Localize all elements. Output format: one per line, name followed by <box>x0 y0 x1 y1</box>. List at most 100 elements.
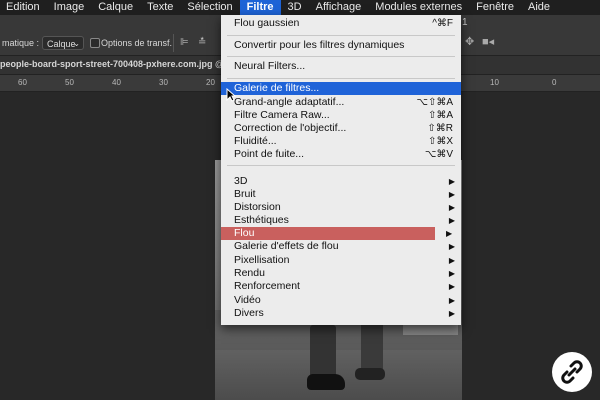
ruler-tick: 50 <box>65 78 74 87</box>
menu-separator <box>227 165 455 166</box>
menu-separator <box>227 78 455 79</box>
menu-item-correction-objectif[interactable]: Correction de l'objectif... ⇧⌘R <box>221 122 461 135</box>
menu-affichage[interactable]: Affichage <box>309 0 369 15</box>
menu-fenetre[interactable]: Fenêtre <box>469 0 521 15</box>
menu-item-label: Filtre Camera Raw... <box>234 109 330 121</box>
menu-item-label: Divers <box>234 307 264 319</box>
menu-item-flou[interactable]: Flou <box>221 227 435 240</box>
menu-item-renforcement[interactable]: Renforcement ▶ <box>221 280 461 293</box>
menu-aide[interactable]: Aide <box>521 0 557 15</box>
menu-item-label: Flou <box>234 227 255 239</box>
menu-item-neural-filters[interactable]: Neural Filters... <box>221 60 461 73</box>
menu-item-distorsion[interactable]: Distorsion ▶ <box>221 201 461 214</box>
submenu-arrow-icon: ▶ <box>448 256 455 265</box>
submenu-arrow-icon: ▶ <box>448 242 455 251</box>
chain-link-icon <box>561 360 583 384</box>
menu-item-3d[interactable]: 3D ▶ <box>221 175 461 188</box>
submenu-arrow-icon: ▶ <box>448 269 455 278</box>
menu-item-shortcut: ⌥⌘V <box>424 149 453 160</box>
submenu-arrow-icon: ▶ <box>448 282 455 291</box>
ruler-tick: 10 <box>490 78 499 87</box>
menu-item-label: Rendu <box>234 267 265 279</box>
menu-item-label: Galerie de filtres... <box>234 82 320 94</box>
menu-item-shortcut: ⌥⇧⌘A <box>416 97 453 108</box>
image-shoe <box>307 374 345 390</box>
menu-item-label: Distorsion <box>234 201 281 213</box>
filter-menu: Flou gaussien ^⌘F Convertir pour les fil… <box>221 15 461 325</box>
video-camera-icon[interactable]: ■◂ <box>482 35 494 48</box>
menu-item-label: Pixellisation <box>234 254 290 266</box>
chevron-down-icon: ⌄ <box>73 39 80 48</box>
menu-item-grand-angle-adaptatif[interactable]: Grand-angle adaptatif... ⌥⇧⌘A <box>221 96 461 109</box>
transform-options-label: Options de transf. <box>101 38 173 48</box>
menu-item-shortcut: ⇧⌘R <box>427 123 453 134</box>
3d-move-icon[interactable]: ✥ <box>465 35 474 48</box>
menu-separator <box>227 56 455 57</box>
menu-item-convertir-filtres-dynamiques[interactable]: Convertir pour les filtres dynamiques <box>221 39 461 52</box>
menu-item-label: Point de fuite... <box>234 148 305 160</box>
menu-separator <box>227 35 455 36</box>
ruler-tick: 60 <box>18 78 27 87</box>
menu-item-shortcut: ⇧⌘A <box>427 110 453 121</box>
menu-item-label: Grand-angle adaptatif... <box>234 96 345 108</box>
menu-item-label: Vidéo <box>234 294 261 306</box>
menu-filtre[interactable]: Filtre <box>239 0 281 15</box>
menu-item-galerie-effets-flou[interactable]: Galerie d'effets de flou ▶ <box>221 240 461 253</box>
submenu-arrow-icon: ▶ <box>448 177 455 186</box>
toolbar-divider <box>173 34 174 52</box>
menu-item-fluidite[interactable]: Fluidité... ⇧⌘X <box>221 135 461 148</box>
image-leg <box>361 320 383 375</box>
menu-item-bruit[interactable]: Bruit ▶ <box>221 188 461 201</box>
menu-modules-externes[interactable]: Modules externes <box>368 0 469 15</box>
auto-select-label: matique : <box>2 38 40 48</box>
menu-item-label: Fluidité... <box>234 135 277 147</box>
document-tab-name: people-board-sport-street-700408-pxhere.… <box>0 59 232 69</box>
menu-item-label: Convertir pour les filtres dynamiques <box>234 39 405 51</box>
submenu-arrow-icon: ▶ <box>448 296 455 305</box>
menu-item-galerie-de-filtres[interactable]: Galerie de filtres... <box>221 82 461 95</box>
menu-item-label: Renforcement <box>234 280 300 292</box>
align-center-icon[interactable]: ≛ <box>198 37 206 48</box>
transform-options-checkbox[interactable] <box>90 38 100 48</box>
menu-item-label: Esthétiques <box>234 214 289 226</box>
menu-item-filtre-camera-raw[interactable]: Filtre Camera Raw... ⇧⌘A <box>221 109 461 122</box>
ruler-tick: 20 <box>206 78 215 87</box>
menu-texte[interactable]: Texte <box>140 0 180 15</box>
menu-item-label: 3D <box>234 175 248 187</box>
menu-item-point-de-fuite[interactable]: Point de fuite... ⌥⌘V <box>221 148 461 161</box>
menu-item-label: Flou gaussien <box>234 17 300 29</box>
menu-item-label: Neural Filters... <box>234 60 306 72</box>
menu-image[interactable]: Image <box>47 0 92 15</box>
menu-item-pixellisation[interactable]: Pixellisation ▶ <box>221 254 461 267</box>
menu-item-flou-gaussien[interactable]: Flou gaussien ^⌘F <box>221 17 461 30</box>
submenu-arrow-icon: ▶ <box>446 229 453 238</box>
menu-item-shortcut: ⇧⌘X <box>427 136 453 147</box>
menu-item-divers[interactable]: Divers ▶ <box>221 307 461 320</box>
link-logo-icon <box>552 352 592 392</box>
ruler-tick: 30 <box>159 78 168 87</box>
menu-item-label: Galerie d'effets de flou <box>234 240 339 252</box>
menu-bar: Edition Image Calque Texte Sélection Fil… <box>0 0 600 15</box>
layer-select[interactable]: Calque ⌄ <box>42 36 84 50</box>
layer-select-value: Calque <box>47 39 76 49</box>
menu-item-esthetiques[interactable]: Esthétiques ▶ <box>221 214 461 227</box>
ruler-tick: 0 <box>552 78 557 87</box>
menu-calque[interactable]: Calque <box>91 0 140 15</box>
menu-item-label: Bruit <box>234 188 256 200</box>
menu-selection[interactable]: Sélection <box>180 0 239 15</box>
options-number: 1 <box>462 17 468 28</box>
menu-3d[interactable]: 3D <box>281 0 309 15</box>
submenu-arrow-icon: ▶ <box>448 309 455 318</box>
submenu-arrow-icon: ▶ <box>448 216 455 225</box>
submenu-arrow-icon: ▶ <box>448 190 455 199</box>
menu-item-shortcut: ^⌘F <box>432 18 453 29</box>
menu-edition[interactable]: Edition <box>0 0 47 15</box>
align-left-icon[interactable]: ⊫ <box>180 37 189 48</box>
menu-item-video[interactable]: Vidéo ▶ <box>221 294 461 307</box>
image-shoe <box>355 368 385 380</box>
menu-item-rendu[interactable]: Rendu ▶ <box>221 267 461 280</box>
menu-item-label: Correction de l'objectif... <box>234 122 347 134</box>
submenu-arrow-icon: ▶ <box>448 203 455 212</box>
ruler-tick: 40 <box>112 78 121 87</box>
mouse-cursor-icon <box>226 88 236 102</box>
